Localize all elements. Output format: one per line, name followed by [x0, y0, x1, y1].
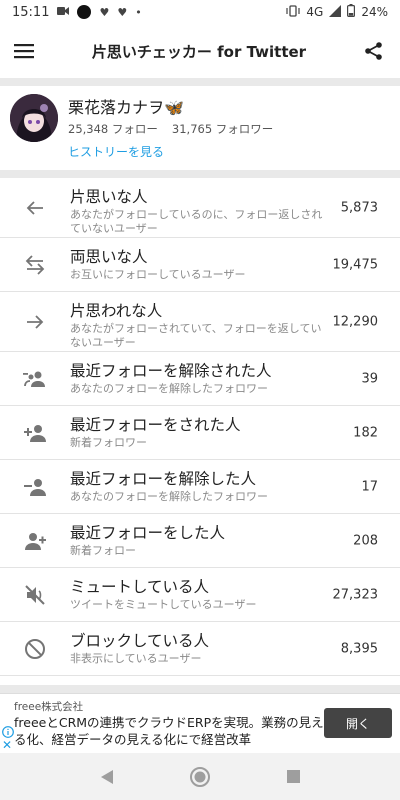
list-item-count: 19,475	[332, 257, 379, 272]
list-item-desc: お互いにフォローしているユーザー	[70, 268, 246, 281]
list-item-desc: 新着フォロー	[70, 544, 136, 557]
heart-icon: ♥	[99, 5, 110, 19]
notification-avatar-icon	[77, 5, 92, 19]
status-bar: 15:11 ♥ ♥ • 4G 24%	[0, 0, 400, 24]
status-time: 15:11	[12, 4, 50, 20]
followers-count: 31,765 フォロワー	[171, 122, 274, 136]
list-item-recently-unfollowed-me[interactable]: 最近フォローを解除された人 あなたのフォローを解除したフォロワー 39	[0, 352, 400, 406]
video-icon	[57, 6, 70, 19]
list-item-label: ブロックしている人	[70, 632, 210, 650]
list-item-desc: あなたのフォローを解除したフォロワー	[70, 490, 268, 503]
ad-text: freeeとCRMの連携でクラウドERPを実現。業務の見える化、経営データの見え…	[14, 715, 324, 747]
list-item-desc: ツイートをミュートしているユーザー	[70, 598, 257, 611]
heart-broken-icon: ♥	[117, 5, 128, 19]
home-circle-icon	[189, 766, 210, 787]
list-item-label: 片思いな人	[70, 188, 148, 206]
volume-off-icon	[22, 582, 48, 608]
list-item-label: 最近フォローを解除された人	[70, 362, 272, 380]
section-divider	[0, 78, 400, 86]
recents-button[interactable]	[273, 757, 313, 797]
list-item-desc: あなたのフォローを解除したフォロワー	[70, 382, 268, 395]
profile-name: 栗花落カナヲ🦋	[68, 94, 184, 118]
app-bar: 片思いチェッカー for Twitter	[0, 24, 400, 78]
list-item-muted[interactable]: ミュートしている人 ツイートをミュートしているユーザー 27,323	[0, 568, 400, 622]
battery-icon	[347, 4, 356, 20]
share-button[interactable]	[352, 29, 396, 73]
person-add-outline-icon	[22, 528, 48, 554]
list-item-desc: あなたがフォローされていて、フォローを返していないユーザー	[70, 322, 322, 349]
ad-info-icon[interactable]	[2, 726, 14, 738]
list-item-count: 17	[361, 479, 378, 494]
butterfly-icon: 🦋	[164, 98, 184, 117]
list-item-desc: 非表示にしているユーザー	[70, 652, 202, 665]
list-item-followed-by[interactable]: 片思われな人 あなたがフォローされていて、フォローを返していないユーザー 12,…	[0, 292, 400, 352]
list-item-recently-followed-me[interactable]: 最近フォローをされた人 新着フォロワー 182	[0, 406, 400, 460]
battery-level: 24%	[361, 5, 388, 19]
list-item-label: 最近フォローをした人	[70, 524, 226, 542]
person-remove-icon	[22, 474, 48, 500]
ad-close-icon[interactable]: ✕	[2, 739, 12, 751]
list-item-label: 最近フォローを解除した人	[70, 470, 257, 488]
list-item-count: 5,873	[340, 200, 378, 215]
list-item-one-sided[interactable]: 片思いな人 あなたがフォローしているのに、フォロー返しされていないユーザー 5,…	[0, 178, 400, 238]
home-button[interactable]	[180, 757, 220, 797]
following-count: 25,348 フォロー	[68, 122, 158, 136]
list-item-count: 8,395	[340, 641, 378, 656]
profile-stats: 25,348 フォロー 31,765 フォロワー	[68, 121, 273, 137]
category-list: 片思いな人 あなたがフォローしているのに、フォロー返しされていないユーザー 5,…	[0, 178, 400, 676]
list-item-count: 27,323	[332, 587, 379, 602]
system-nav-bar	[0, 753, 400, 800]
ad-banner[interactable]: freee株式会社 freeeとCRMの連携でクラウドERPを実現。業務の見える…	[0, 693, 400, 753]
list-item-count: 12,290	[332, 314, 379, 329]
profile-name-text: 栗花落カナヲ	[68, 98, 165, 117]
more-dot-icon: •	[135, 5, 142, 19]
history-link[interactable]: ヒストリーを見る	[68, 143, 164, 160]
group-remove-icon	[22, 366, 48, 392]
section-divider	[0, 685, 400, 693]
ad-sponsor: freee株式会社	[14, 701, 84, 713]
list-item-label: ミュートしている人	[70, 578, 210, 596]
list-item-desc: あなたがフォローしているのに、フォロー返しされていないユーザー	[70, 208, 323, 235]
menu-button[interactable]	[2, 29, 46, 73]
list-item-label: 最近フォローをされた人	[70, 416, 241, 434]
hamburger-menu-icon	[14, 44, 34, 59]
list-item-desc: 新着フォロワー	[70, 436, 147, 449]
swap-arrows-icon	[22, 252, 48, 278]
list-item-blocked[interactable]: ブロックしている人 非表示にしているユーザー 8,395	[0, 622, 400, 676]
list-item-recently-unfollowed[interactable]: 最近フォローを解除した人 あなたのフォローを解除したフォロワー 17	[0, 460, 400, 514]
block-icon	[22, 636, 48, 662]
profile-card: 栗花落カナヲ🦋 25,348 フォロー 31,765 フォロワー ヒストリーを見…	[0, 86, 400, 170]
share-icon	[365, 42, 382, 60]
list-item-recently-followed[interactable]: 最近フォローをした人 新着フォロー 208	[0, 514, 400, 568]
arrow-left-icon	[22, 195, 48, 221]
list-item-count: 208	[353, 533, 378, 548]
signal-icon	[329, 4, 342, 20]
avatar[interactable]	[10, 94, 58, 142]
list-item-mutual[interactable]: 両思いな人 お互いにフォローしているユーザー 19,475	[0, 238, 400, 292]
app-title: 片思いチェッカー for Twitter	[91, 42, 307, 61]
vibrate-icon	[286, 4, 300, 20]
network-type: 4G	[306, 5, 324, 19]
back-button[interactable]	[87, 757, 127, 797]
recents-square-icon	[286, 770, 300, 783]
ad-open-button[interactable]: 開く	[324, 708, 392, 738]
arrow-right-icon	[22, 309, 48, 335]
list-item-label: 両思いな人	[70, 248, 148, 266]
section-divider	[0, 170, 400, 178]
list-item-count: 39	[361, 371, 378, 386]
list-item-count: 182	[353, 425, 378, 440]
list-item-label: 片思われな人	[70, 302, 163, 320]
person-add-icon	[22, 420, 48, 446]
back-triangle-icon	[100, 769, 113, 784]
